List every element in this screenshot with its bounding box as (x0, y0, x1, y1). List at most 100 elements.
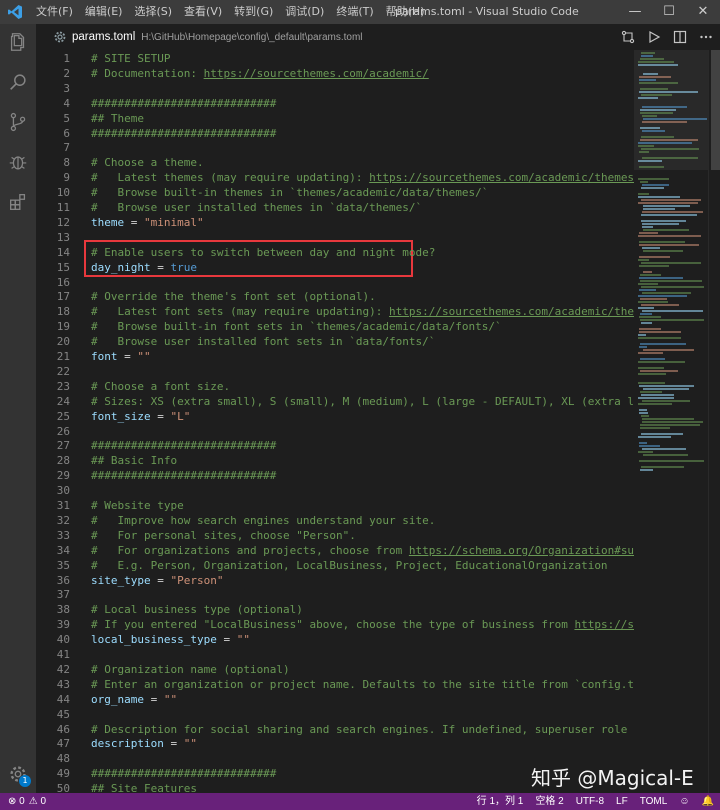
code-line[interactable]: 28 ## Basic Info (36, 453, 634, 468)
code-line[interactable]: 42 # Organization name (optional) (36, 662, 634, 677)
code-line[interactable]: 31 # Website type (36, 498, 634, 513)
line-code: # Override the theme's font set (optiona… (91, 289, 376, 304)
code-line[interactable]: 29 ############################ (36, 468, 634, 483)
code-line[interactable]: 13 (36, 230, 634, 245)
line-number: 2 (63, 66, 70, 80)
comment-link[interactable]: https://schema.org (574, 618, 634, 631)
menu-item[interactable]: 选择(S) (128, 0, 178, 24)
explorer-icon[interactable] (0, 24, 36, 60)
code-line[interactable]: 11 # Browse user installed themes in `dat… (36, 200, 634, 215)
line-number: 46 (56, 722, 70, 736)
minimap-line (639, 409, 647, 411)
close-button[interactable]: ✕ (686, 0, 720, 24)
warnings-indicator[interactable]: ⚠ 0 (29, 793, 46, 810)
minimap-line (638, 397, 674, 399)
encoding[interactable]: UTF-8 (576, 793, 604, 810)
scrollbar-thumb[interactable] (711, 50, 720, 170)
comment-link[interactable]: https://schema.org/Organization#subtypes (409, 544, 634, 557)
code-line[interactable]: 41 (36, 647, 634, 662)
menu-item[interactable]: 调试(D) (279, 0, 330, 24)
extensions-icon[interactable] (0, 184, 36, 220)
code-line[interactable]: 17 # Override the theme's font set (optio… (36, 289, 634, 304)
comment-link[interactable]: https://sourcethemes.com/academic/themes… (369, 171, 634, 184)
editor-tab[interactable]: params.toml H:\GitHub\Homepage\config\_d… (36, 24, 720, 50)
line-number: 11 (56, 201, 70, 214)
minimap[interactable] (634, 50, 708, 793)
source-control-icon[interactable] (0, 104, 36, 140)
code-line[interactable]: 45 (36, 707, 634, 722)
indentation[interactable]: 空格 2 (535, 793, 563, 810)
code-line[interactable]: 27 ############################ (36, 438, 634, 453)
code-line[interactable]: 38 # Local business type (optional) (36, 602, 634, 617)
line-code: # Description for social sharing and sea… (91, 722, 634, 737)
minimap-line (639, 445, 660, 447)
code-line[interactable]: 39 # If you entered "LocalBusiness" above… (36, 617, 634, 632)
split-editor-icon[interactable] (672, 29, 688, 45)
menu-item[interactable]: 转到(G) (228, 0, 279, 24)
feedback-icon[interactable]: ☺ (679, 793, 689, 810)
code-line[interactable]: 44 org_name = "" (36, 692, 634, 707)
code-line[interactable]: 7 (36, 140, 634, 155)
code-line[interactable]: 12 theme = "minimal" (36, 215, 634, 230)
code-line[interactable]: 37 (36, 587, 634, 602)
code-line[interactable]: 18 # Latest font sets (may require updati… (36, 304, 634, 319)
code-line[interactable]: 40 local_business_type = "" (36, 632, 634, 647)
menu-item[interactable]: 查看(V) (178, 0, 228, 24)
code-line[interactable]: 24 # Sizes: XS (extra small), S (small), … (36, 394, 634, 409)
code-line[interactable]: 8 # Choose a theme. (36, 155, 634, 170)
code-line[interactable]: 25 font_size = "L" (36, 409, 634, 424)
minimap-line (641, 52, 655, 54)
code-line[interactable]: 36 site_type = "Person" (36, 573, 634, 588)
code-line[interactable]: 32 # Improve how search engines understan… (36, 513, 634, 528)
code-line[interactable]: 20 # Browse user installed font sets in `… (36, 334, 634, 349)
end-of-line[interactable]: LF (616, 793, 628, 810)
code-editor[interactable]: 1 # SITE SETUP 2 # Documentation: https://s… (36, 50, 634, 793)
comment-link[interactable]: https://sourcethemes.com/academic/themes… (389, 305, 634, 318)
code-line[interactable]: 26 (36, 424, 634, 439)
code-line[interactable]: 14 # Enable users to switch between day a… (36, 245, 634, 260)
code-line[interactable]: 21 font = "" (36, 349, 634, 364)
menu-item[interactable]: 终端(T) (330, 0, 379, 24)
code-line[interactable]: 46 # Description for social sharing and s… (36, 722, 634, 737)
code-line[interactable]: 43 # Enter an organization or project nam… (36, 677, 634, 692)
code-line[interactable]: 5 ## Theme (36, 111, 634, 126)
code-line[interactable]: 22 (36, 364, 634, 379)
vertical-scrollbar[interactable] (708, 50, 720, 793)
comment-link[interactable]: https://sourcethemes.com/academic/ (204, 67, 429, 80)
run-icon[interactable] (646, 29, 662, 45)
code-line[interactable]: 34 # For organizations and projects, choo… (36, 543, 634, 558)
code-line[interactable]: 30 (36, 483, 634, 498)
search-icon[interactable] (0, 64, 36, 100)
settings-gear-icon[interactable]: 1 (0, 756, 36, 792)
code-line[interactable]: 16 (36, 275, 634, 290)
line-number: 29 (56, 469, 70, 483)
cursor-position[interactable]: 行 1，列 1 (477, 793, 524, 810)
minimap-line (643, 205, 690, 207)
more-actions-icon[interactable] (698, 29, 714, 45)
errors-indicator[interactable]: ⊗ 0 (8, 793, 25, 810)
code-line[interactable]: 47 description = "" (36, 736, 634, 751)
minimap-line (639, 91, 698, 93)
code-line[interactable]: 9 # Latest themes (may require updating):… (36, 170, 634, 185)
maximize-button[interactable]: ☐ (652, 0, 686, 24)
notifications-bell-icon[interactable]: 🔔 (702, 793, 714, 810)
code-line[interactable]: 1 # SITE SETUP (36, 51, 634, 66)
minimap-line (640, 391, 662, 393)
code-line[interactable]: 2 # Documentation: https://sourcethemes.c… (36, 66, 634, 81)
code-line[interactable]: 23 # Choose a font size. (36, 379, 634, 394)
code-line[interactable]: 4 ############################ (36, 96, 634, 111)
open-changes-icon[interactable] (620, 29, 636, 45)
code-line[interactable]: 15 day_night = true (36, 260, 634, 275)
code-line[interactable]: 10 # Browse built-in themes in `themes/ac… (36, 185, 634, 200)
language-mode[interactable]: TOML (640, 793, 668, 810)
minimap-line (643, 208, 675, 210)
debug-icon[interactable] (0, 144, 36, 180)
code-line[interactable]: 3 (36, 81, 634, 96)
code-line[interactable]: 6 ############################ (36, 126, 634, 141)
code-line[interactable]: 35 # E.g. Person, Organization, LocalBusi… (36, 558, 634, 573)
menu-item[interactable]: 文件(F) (30, 0, 79, 24)
minimize-button[interactable]: — (618, 0, 652, 24)
menu-item[interactable]: 编辑(E) (79, 0, 129, 24)
code-line[interactable]: 19 # Browse built-in font sets in `themes… (36, 319, 634, 334)
code-line[interactable]: 33 # For personal sites, choose "Person". (36, 528, 634, 543)
